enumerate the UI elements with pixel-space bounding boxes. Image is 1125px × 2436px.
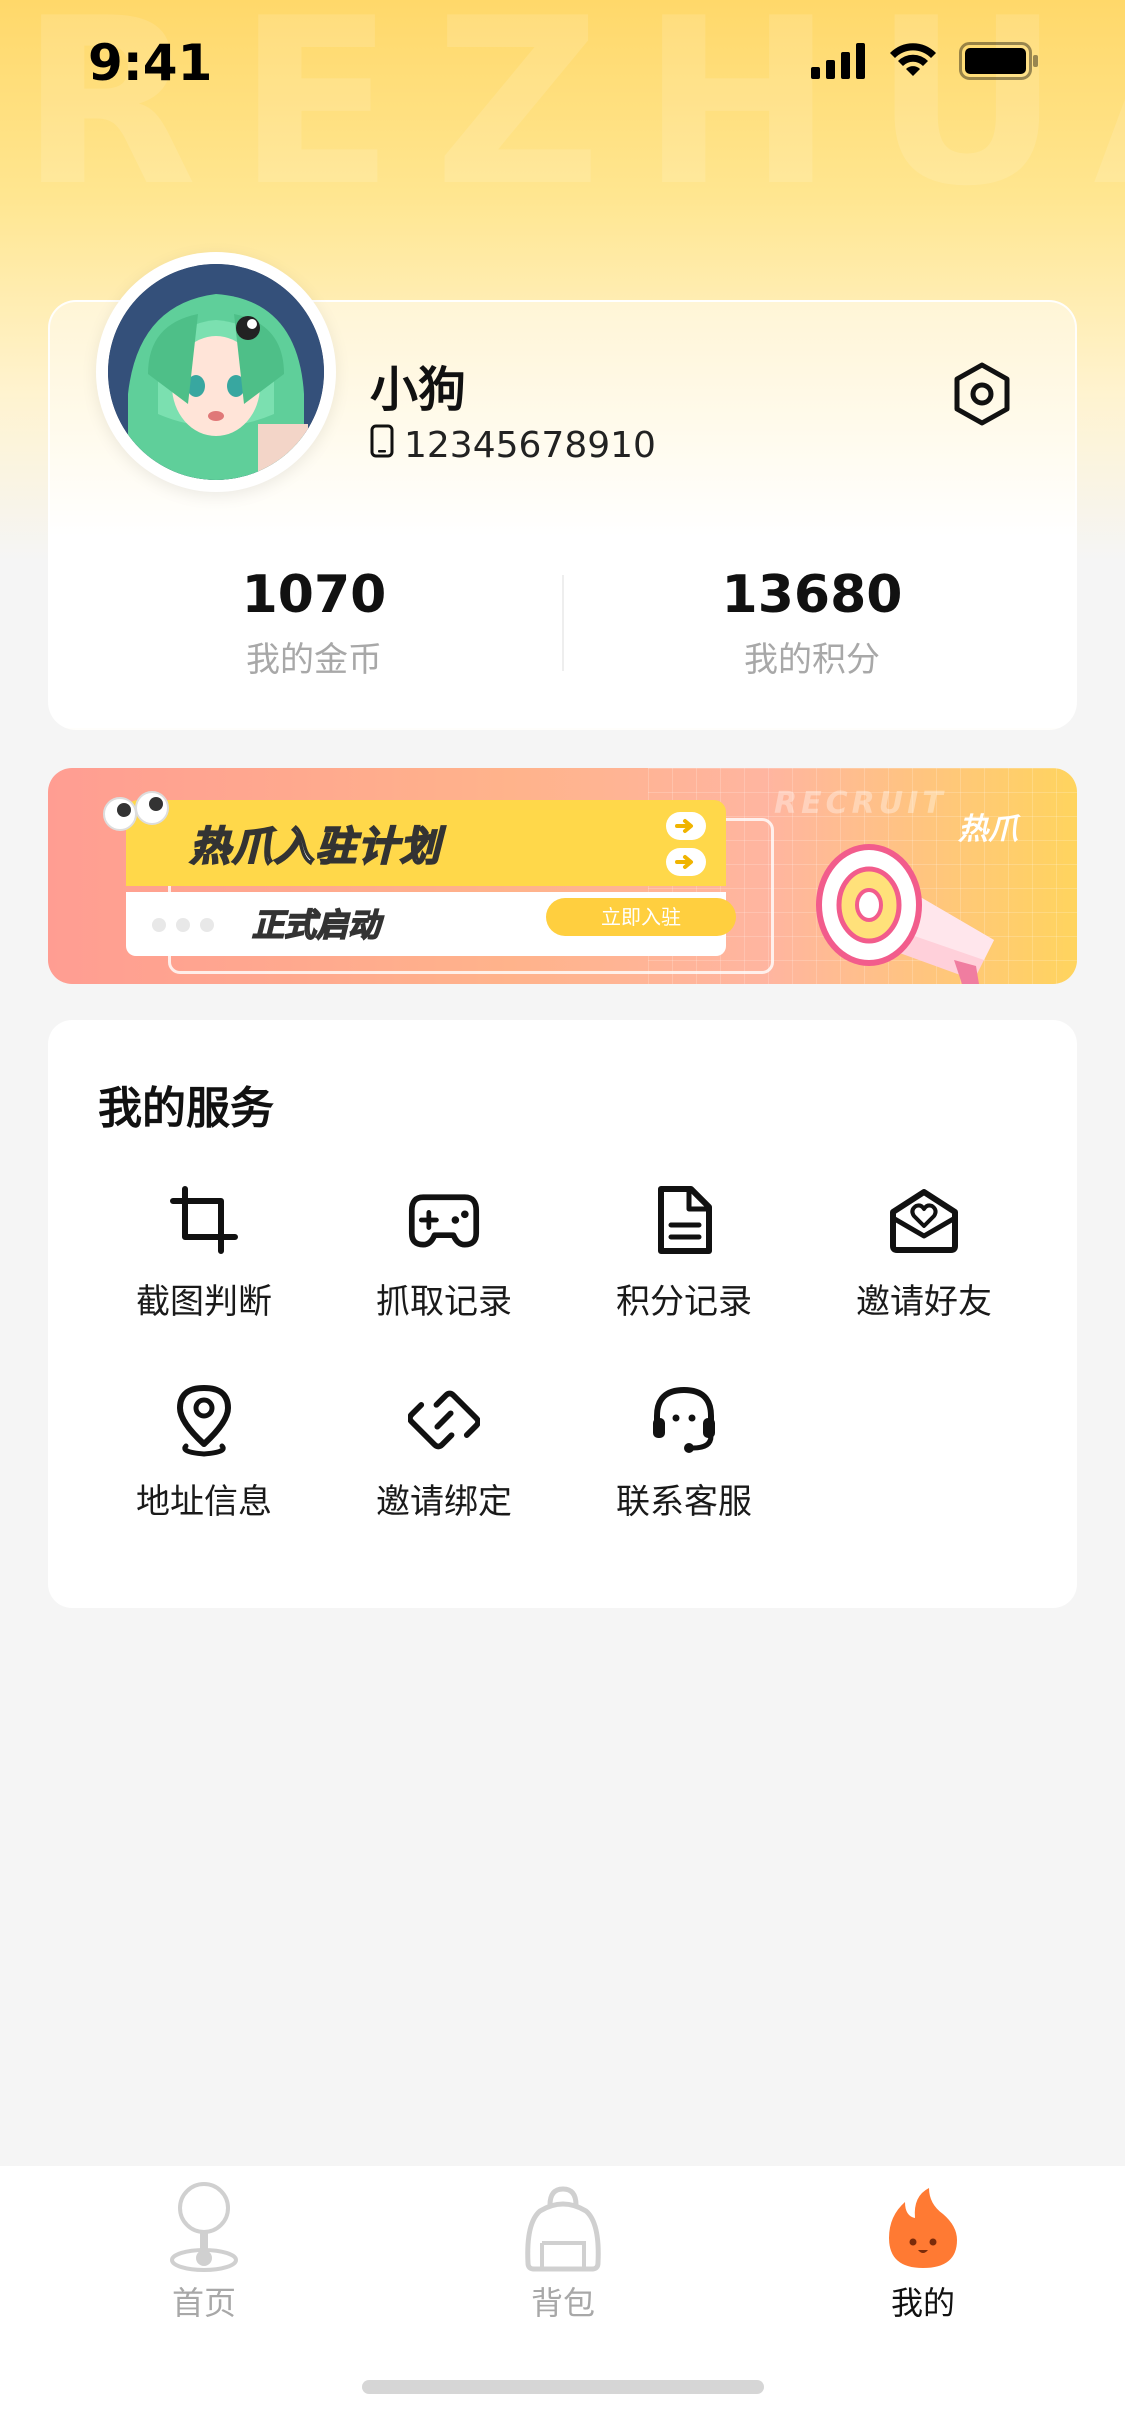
wifi-icon [887, 42, 939, 84]
arrow-right-icon [666, 812, 706, 840]
googly-eyes-icon [102, 790, 172, 838]
home-indicator [362, 2380, 764, 2394]
service-invite-binding[interactable]: 邀请绑定 [334, 1384, 554, 1523]
service-points-record[interactable]: 积分记录 [574, 1184, 794, 1323]
service-label: 抓取记录 [376, 1282, 512, 1322]
service-label: 联系客服 [616, 1482, 752, 1522]
service-label: 邀请绑定 [376, 1482, 512, 1522]
coins-stat[interactable]: 1070 我的金币 [114, 562, 514, 681]
tab-backpack[interactable]: 背包 [463, 2180, 663, 2324]
tab-label: 首页 [171, 2284, 236, 2322]
banner-subtitle: 正式启动 [251, 905, 381, 945]
banner-title: 热爪入驻计划 [189, 823, 442, 871]
tab-bar: 首页 背包 我的 [0, 2166, 1125, 2436]
services-card: 我的服务 截图判断 抓取记录 积分记录 邀请好友 地址信息 邀请绑定 联系客服 [48, 1020, 1077, 1608]
phone-row: 12345678910 [370, 424, 656, 467]
settings-button[interactable] [948, 362, 1016, 430]
coins-value: 1070 [241, 565, 387, 625]
joystick-icon [156, 2180, 252, 2276]
cellular-signal-icon [811, 43, 867, 83]
banner-join-button[interactable]: 立即入驻 [546, 898, 736, 936]
service-label: 积分记录 [616, 1282, 752, 1322]
tab-home[interactable]: 首页 [104, 2180, 304, 2324]
megaphone-icon [804, 830, 1044, 984]
tab-label: 背包 [530, 2284, 595, 2322]
service-grab-record[interactable]: 抓取记录 [334, 1184, 554, 1323]
services-title: 我的服务 [98, 1083, 274, 1134]
username: 小狗 [370, 362, 467, 418]
document-icon [648, 1184, 720, 1256]
recruit-banner[interactable]: RECRUIT 热爪 热爪入驻计划 正式启动 立即入驻 [48, 768, 1077, 984]
service-invite-friends[interactable]: 邀请好友 [814, 1184, 1034, 1323]
status-bar: 9:41 [0, 0, 1125, 130]
backpack-icon [515, 2180, 611, 2276]
location-pin-icon [168, 1384, 240, 1457]
settings-hexagon-icon [950, 361, 1014, 431]
stats-divider [562, 575, 564, 671]
battery-icon [959, 42, 1039, 84]
points-value: 13680 [721, 565, 903, 625]
avatar[interactable] [96, 252, 336, 492]
tab-mine[interactable]: 我的 [823, 2180, 1023, 2324]
banner-card: 热爪入驻计划 正式启动 立即入驻 [126, 800, 736, 956]
service-screenshot-judge[interactable]: 截图判断 [94, 1184, 314, 1323]
service-contact-support[interactable]: 联系客服 [574, 1384, 794, 1523]
banner-recruit-text: RECRUIT [774, 786, 947, 821]
service-address-info[interactable]: 地址信息 [94, 1384, 314, 1523]
phone-number: 12345678910 [404, 425, 656, 466]
service-label: 地址信息 [136, 1482, 272, 1522]
coins-label: 我的金币 [246, 640, 382, 680]
banner-dots [152, 918, 214, 932]
flame-icon [875, 2180, 971, 2276]
points-label: 我的积分 [744, 640, 880, 680]
status-icons [811, 42, 1039, 84]
avatar-image [108, 264, 324, 480]
tab-label: 我的 [890, 2284, 955, 2322]
arrow-right-icon [666, 848, 706, 876]
link-icon [408, 1384, 480, 1456]
heart-envelope-icon [888, 1184, 960, 1256]
phone-icon [370, 424, 394, 467]
headset-icon [648, 1384, 720, 1456]
service-label: 邀请好友 [856, 1282, 992, 1322]
service-label: 截图判断 [136, 1282, 272, 1322]
crop-icon [168, 1184, 240, 1256]
points-stat[interactable]: 13680 我的积分 [612, 562, 1012, 681]
status-time: 9:41 [88, 34, 213, 92]
gamepad-icon [408, 1184, 480, 1256]
